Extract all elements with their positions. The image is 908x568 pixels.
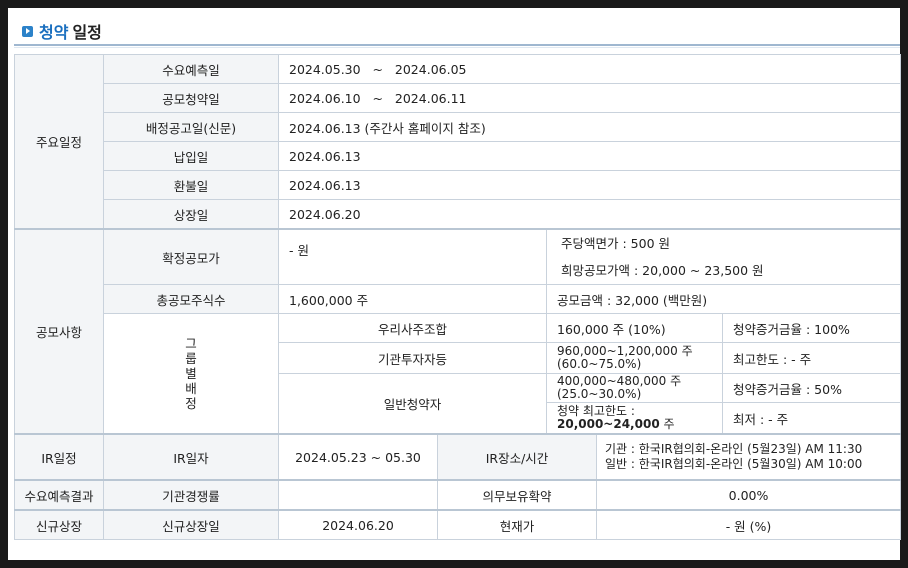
value-ir-place: 기관 : 한국IR협의회-온라인 (5월23일) AM 11:30 일반 : 한…	[596, 433, 901, 481]
label-payment-date: 납입일	[103, 141, 279, 171]
value-listing-date: 2024.06.20	[277, 199, 902, 230]
value-final-price: - 원	[278, 228, 547, 285]
title-accent: 청약	[39, 23, 69, 42]
label-competition-rate: 기관경쟁률	[103, 479, 279, 511]
schedule-row: 상장일 2024.06.20	[15, 199, 902, 230]
schedule-row: 배정공고일(신문) 2024.06.13 (주간사 홈페이지 참조)	[15, 112, 902, 142]
content-frame: 청약 일정 주요일정 수요예측일 2024.05.30 ~ 2024.06.05…	[8, 8, 902, 560]
label-group-allocation: 그룹별배정	[103, 313, 279, 434]
listing-row: 신규상장 신규상장일 2024.06.20 현재가 - 원 (%)	[14, 509, 901, 540]
value-refund-date: 2024.06.13	[277, 170, 902, 200]
section-new-listing: 신규상장	[14, 509, 104, 540]
value-new-listing-date: 2024.06.20	[278, 509, 438, 540]
group-institution: 기관투자자등	[278, 342, 547, 374]
title-divider-light	[14, 47, 900, 48]
value-lockup: 0.00%	[596, 479, 901, 511]
offering-row: 공모사항 확정공모가 - 원 주당액면가 : 500 원 희망공모가액 : 20…	[14, 228, 902, 434]
title-rest: 일정	[72, 23, 102, 42]
group-retail-min: 최저 : - 주	[721, 402, 902, 434]
value-ir-date: 2024.05.23 ~ 05.30	[278, 433, 438, 481]
section-offering: 공모사항	[14, 228, 104, 434]
value-total-shares: 1,600,000 주	[278, 284, 547, 314]
label-allocation-notice-date: 배정공고일(신문)	[103, 112, 279, 142]
label-refund-date: 환불일	[103, 170, 279, 200]
section-ir: IR일정	[14, 433, 104, 481]
group-employee-note: 청약증거금율 : 100%	[721, 313, 902, 343]
value-current-price: - 원 (%)	[596, 509, 901, 540]
arrow-right-icon	[22, 25, 33, 37]
section-demand-result: 수요예측결과	[14, 479, 104, 511]
schedule-row: 납입일 2024.06.13	[15, 141, 902, 171]
label-ir-date: IR일자	[103, 433, 279, 481]
schedule-row: 공모청약일 2024.06.10 ~ 2024.06.11	[15, 83, 902, 113]
label-total-shares: 총공모주식수	[103, 284, 279, 314]
ir-table: IR일정 IR일자 2024.05.23 ~ 05.30 IR장소/시간 기관 …	[14, 433, 901, 540]
value-allocation-notice-date: 2024.06.13 (주간사 홈페이지 참조)	[277, 112, 902, 142]
value-competition-rate	[278, 479, 438, 511]
group-institution-shares: 960,000~1,200,000 주 (60.0~75.0%)	[546, 342, 723, 374]
price-info: 주당액면가 : 500 원 희망공모가액 : 20,000 ~ 23,500 원	[545, 228, 902, 285]
schedule-row: 환불일 2024.06.13	[15, 170, 902, 200]
group-retail: 일반청약자	[278, 373, 547, 434]
group-retail-shares: 400,000~480,000 주 (25.0~30.0%)	[546, 373, 723, 403]
schedule-row: 주요일정 수요예측일 2024.05.30 ~ 2024.06.05	[14, 54, 902, 230]
offering-row: 총공모주식수 1,600,000 주 공모금액 : 32,000 (백만원)	[15, 284, 902, 314]
group-retail-note: 청약증거금율 : 50%	[721, 373, 902, 403]
page-title: 청약 일정	[22, 16, 102, 46]
group-row: 그룹별배정 우리사주조합 160,000 주 (10%) 청약증거금율 : 10…	[15, 313, 902, 434]
label-final-price: 확정공모가	[103, 228, 279, 285]
label-new-listing-date: 신규상장일	[103, 509, 279, 540]
subscription-table: 주요일정 수요예측일 2024.05.30 ~ 2024.06.05 공모청약일…	[14, 54, 902, 434]
desired-price: 희망공모가액 : 20,000 ~ 23,500 원	[561, 263, 764, 278]
value-subscription-date: 2024.06.10 ~ 2024.06.11	[277, 83, 902, 113]
title-divider	[14, 44, 900, 46]
value-payment-date: 2024.06.13	[277, 141, 902, 171]
label-listing-date: 상장일	[103, 199, 279, 230]
section-schedule: 주요일정	[14, 54, 104, 230]
label-ir-place: IR장소/시간	[437, 433, 597, 481]
label-current-price: 현재가	[437, 509, 597, 540]
group-institution-note: 최고한도 : - 주	[721, 342, 902, 374]
par-value: 주당액면가 : 500 원	[561, 236, 670, 251]
label-subscription-date: 공모청약일	[103, 83, 279, 113]
value-demand-forecast-date: 2024.05.30 ~ 2024.06.05	[277, 54, 902, 84]
demand-row: 수요예측결과 기관경쟁률 의무보유확약 0.00%	[14, 479, 901, 511]
ir-row: IR일정 IR일자 2024.05.23 ~ 05.30 IR장소/시간 기관 …	[14, 433, 901, 481]
value-offering-amount: 공모금액 : 32,000 (백만원)	[545, 284, 902, 314]
label-demand-forecast-date: 수요예측일	[103, 54, 279, 84]
group-employee-shares: 160,000 주 (10%)	[546, 313, 723, 343]
group-retail-limit: 청약 최고한도 : 20,000~24,000 주	[546, 402, 723, 434]
label-lockup: 의무보유확약	[437, 479, 597, 511]
group-employee-stock: 우리사주조합	[278, 313, 547, 343]
